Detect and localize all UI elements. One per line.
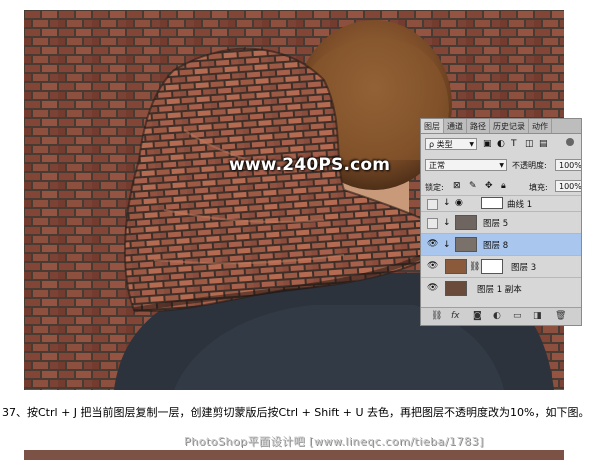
trash-icon[interactable]: 🗑︎ — [555, 311, 566, 321]
tab-layers[interactable]: 图层 — [421, 119, 444, 133]
chain-link-icon: ⛓︎ — [469, 262, 481, 272]
lock-paint-icon[interactable]: ✎ — [469, 181, 477, 191]
layer-name: 图层 3 — [511, 263, 537, 273]
layer-row-layer-3[interactable]: 👁︎ ⛓︎ 图层 3 — [421, 255, 581, 277]
layers-panel: 图层 通道 路径 历史记录 动作 ρ 类型 ▼ ▣ ◐ T ◫ ▤ 正常 ▼ 不… — [420, 118, 582, 326]
fx-icon[interactable]: fx — [451, 311, 460, 321]
image-filter-icon[interactable]: ▣ — [483, 139, 492, 149]
layer-name: 图层 5 — [483, 219, 509, 229]
layer-3-mask-thumbnail — [481, 259, 503, 274]
blend-mode-value: 正常 — [429, 161, 445, 170]
blend-mode-select[interactable]: 正常 ▼ — [425, 159, 507, 171]
adjustment-filter-icon[interactable]: ◐ — [497, 139, 505, 149]
adjustment-layer-icon: ◉ — [455, 198, 463, 208]
layer-3-thumbnail — [445, 259, 467, 274]
footer-watermark: PhotoShop平面设计吧 [www.lineqc.com/tieba/178… — [184, 435, 484, 448]
tab-actions[interactable]: 动作 — [529, 119, 552, 133]
layer-row-layer-8[interactable]: 👁︎ ↓ 图层 8 — [421, 233, 581, 255]
adjustment-icon[interactable]: ◐ — [493, 311, 501, 321]
layer-1-copy-thumbnail — [445, 281, 467, 296]
layer-filter-label: ρ 类型 — [429, 140, 453, 149]
lock-transparent-icon[interactable]: ⊠ — [453, 181, 461, 191]
eye-icon[interactable]: 👁︎ — [427, 261, 438, 271]
clip-arrow-icon: ↓ — [443, 240, 451, 250]
chevron-down-icon: ▼ — [469, 141, 474, 148]
type-filter-icon[interactable]: T — [511, 139, 517, 149]
layer-name: 图层 1 副本 — [477, 285, 522, 295]
opacity-input[interactable]: 100% — [555, 159, 581, 171]
layer-8-thumbnail — [455, 237, 477, 252]
group-icon[interactable]: ▭ — [513, 311, 522, 321]
tab-paths[interactable]: 路径 — [467, 119, 490, 133]
eye-icon[interactable]: 👁︎ — [427, 283, 438, 293]
mask-icon[interactable]: ◙ — [473, 311, 482, 321]
shape-filter-icon[interactable]: ◫ — [525, 139, 534, 149]
step-caption: 37、按Ctrl + J 把当前图层复制一层，创建剪切蒙版后按Ctrl + Sh… — [2, 406, 590, 419]
eye-icon[interactable]: 👁︎ — [427, 239, 438, 249]
clip-arrow-icon: ↓ — [443, 218, 451, 228]
panel-bottom-toolbar: ⛓︎ fx ◙ ◐ ▭ ◨ 🗑︎ — [421, 307, 581, 325]
layer-filter-select[interactable]: ρ 类型 ▼ — [425, 138, 477, 150]
tab-history[interactable]: 历史记录 — [490, 119, 529, 133]
lock-position-icon[interactable]: ✥ — [485, 181, 493, 191]
layer-name: 图层 8 — [483, 241, 509, 251]
link-icon[interactable]: ⛓︎ — [431, 311, 442, 321]
new-layer-icon[interactable]: ◨ — [533, 311, 542, 321]
layer-5-thumbnail — [455, 215, 477, 230]
layer-row-curves-1[interactable]: ↓ ◉ 曲线 1 — [421, 195, 581, 211]
tab-channels[interactable]: 通道 — [444, 119, 467, 133]
visibility-toggle-empty[interactable] — [427, 218, 438, 229]
layer-row-layer-5[interactable]: ↓ 图层 5 — [421, 211, 581, 233]
lock-label: 锁定: — [425, 183, 444, 192]
chevron-down-icon: ▼ — [499, 162, 504, 169]
curves-mask-thumbnail — [481, 197, 503, 209]
smart-object-filter-icon[interactable]: ▤ — [539, 139, 548, 149]
lock-all-icon[interactable]: 🔒︎ — [501, 181, 506, 191]
layer-row-layer-1-copy[interactable]: 👁︎ 图层 1 副本 — [421, 277, 581, 299]
opacity-label: 不透明度: — [512, 161, 547, 170]
fill-input[interactable]: 100% — [555, 180, 581, 192]
watermark-text: www.240PS.com — [229, 155, 391, 175]
clip-arrow-icon: ↓ — [443, 198, 451, 208]
visibility-toggle-empty[interactable] — [427, 199, 438, 210]
filter-toggle-icon[interactable] — [566, 138, 574, 146]
fill-label: 填充: — [529, 183, 548, 192]
panel-tabs: 图层 通道 路径 历史记录 动作 — [421, 119, 581, 134]
next-image-strip — [24, 450, 564, 460]
layer-name: 曲线 1 — [507, 200, 533, 210]
